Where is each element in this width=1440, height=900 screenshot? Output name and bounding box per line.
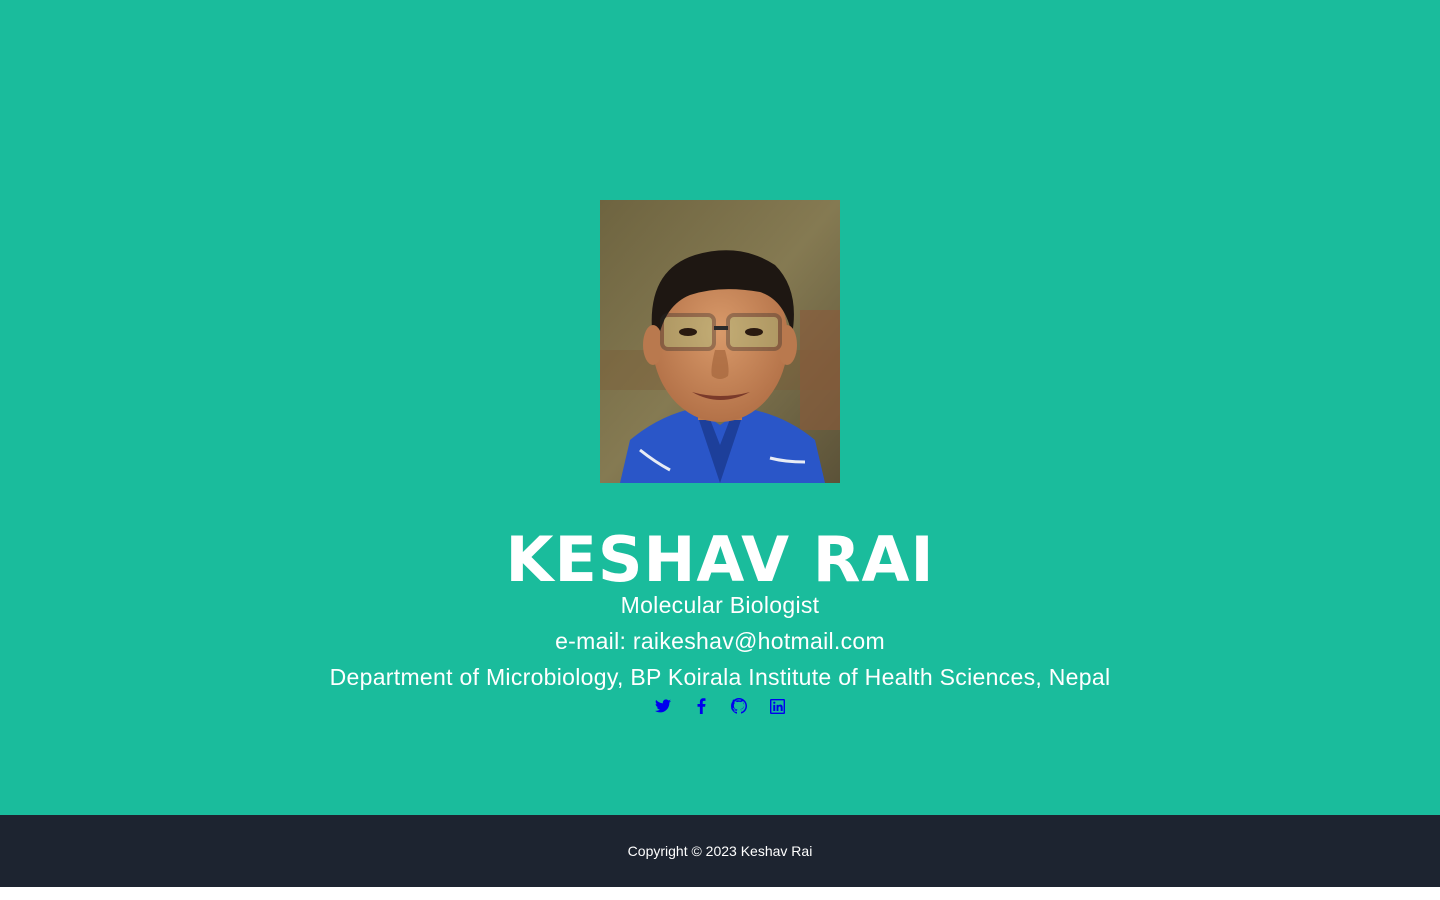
social-links (0, 696, 1440, 716)
linkedin-icon (769, 698, 785, 714)
github-link[interactable] (731, 696, 747, 716)
facebook-icon (697, 698, 705, 714)
footer: Copyright © 2023 Keshav Rai (0, 815, 1440, 887)
copyright-text: Copyright © 2023 Keshav Rai (627, 843, 813, 859)
twitter-link[interactable] (655, 696, 671, 716)
profile-photo (600, 200, 840, 483)
facebook-link[interactable] (693, 696, 709, 716)
twitter-icon (655, 699, 671, 713)
profile-name: KESHAV RAI (505, 523, 935, 596)
github-icon (731, 698, 747, 714)
profile-role: Molecular Biologist (620, 592, 820, 618)
hero-section: KESHAV RAI Molecular Biologist e-mail: r… (0, 0, 1440, 815)
linkedin-link[interactable] (769, 696, 785, 716)
profile-affiliation: Department of Microbiology, BP Koirala I… (329, 664, 1111, 690)
profile-email: e-mail: raikeshav@hotmail.com (555, 628, 885, 654)
